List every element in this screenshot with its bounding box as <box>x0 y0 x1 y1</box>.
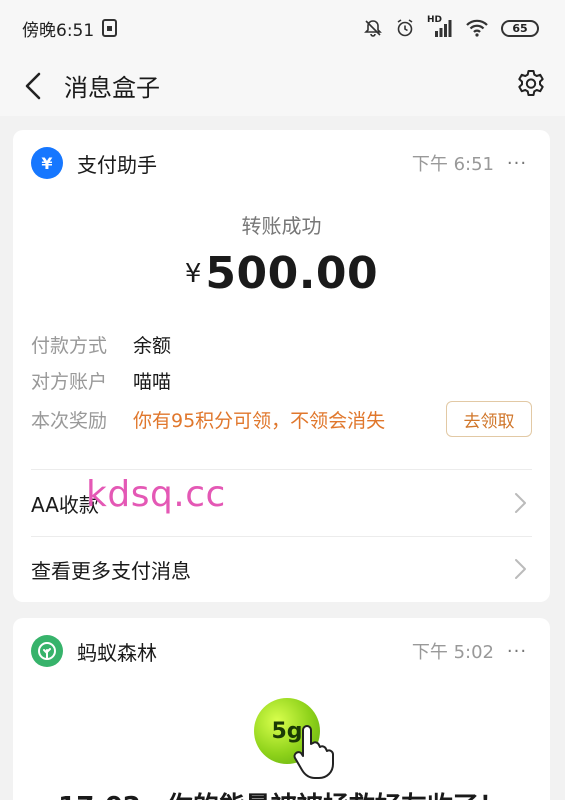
sim-card-icon <box>102 19 118 37</box>
tap-hand-icon <box>293 725 334 779</box>
app-name: 支付助手 <box>77 152 157 177</box>
more-options-button[interactable]: ··· <box>502 153 532 174</box>
currency-symbol: ¥ <box>184 259 202 289</box>
detail-label: 本次奖励 <box>31 409 108 432</box>
card-header: ¥ 支付助手 下午 6:51 ··· <box>31 146 532 180</box>
chevron-right-icon <box>515 559 526 579</box>
status-time: 傍晚6:51 <box>22 20 95 41</box>
detail-value: 喵喵 <box>133 370 172 393</box>
amount-value: 500.00 <box>205 248 379 299</box>
forest-message-text: 17:02，你的能量被被拯救好友收了！ <box>13 786 550 800</box>
alipay-yuan-icon: ¥ <box>31 147 63 179</box>
status-bar: 傍晚6:51 HD 65 <box>0 0 565 56</box>
top-nav-bar: 消息盒子 <box>0 56 565 116</box>
app-name: 蚂蚁森林 <box>77 640 157 665</box>
transfer-amount: ¥500.00 <box>13 248 550 299</box>
alarm-icon <box>397 19 413 37</box>
transfer-status: 转账成功 <box>241 214 322 238</box>
settings-button[interactable] <box>511 64 551 104</box>
detail-row-recipient: 对方账户 喵喵 <box>31 365 532 395</box>
claim-reward-button[interactable]: 去领取 <box>446 401 532 437</box>
link-label: 查看更多支付消息 <box>31 558 191 583</box>
watermark: kdsq.cc <box>86 474 226 515</box>
detail-row-reward: 本次奖励 你有95积分可领，不领会消失 去领取 <box>31 401 532 437</box>
mute-bell-icon <box>364 20 382 37</box>
back-button[interactable] <box>16 66 50 106</box>
payment-message-card[interactable]: ¥ 支付助手 下午 6:51 ··· 转账成功 ¥500.00 付款方式 余额 … <box>13 130 550 602</box>
signal-icon: HD <box>427 15 453 38</box>
wifi-icon <box>466 19 488 37</box>
more-payment-messages-link[interactable]: 查看更多支付消息 <box>31 536 532 602</box>
back-chevron-icon <box>25 72 41 100</box>
detail-row-payment-method: 付款方式 余额 <box>31 329 532 359</box>
status-icons: HD 65 <box>363 0 539 56</box>
detail-label: 对方账户 <box>31 370 108 393</box>
battery-icon: 65 <box>501 19 539 37</box>
page-title: 消息盒子 <box>64 74 160 102</box>
detail-value: 余额 <box>133 334 172 357</box>
message-time: 下午 5:02 <box>411 642 494 663</box>
tree-icon <box>31 635 63 667</box>
ant-forest-message-card[interactable]: 蚂蚁森林 下午 5:02 ··· 5g 17:02，你的能量被被拯救好友收了！ <box>13 618 550 800</box>
detail-label: 付款方式 <box>31 334 108 357</box>
card-header: 蚂蚁森林 下午 5:02 ··· <box>31 634 532 668</box>
chevron-right-icon <box>515 493 526 513</box>
more-options-button[interactable]: ··· <box>502 641 532 662</box>
message-time: 下午 6:51 <box>411 154 494 175</box>
gear-icon <box>518 70 544 96</box>
reward-points-text: 你有95积分可领，不领会消失 <box>133 409 386 432</box>
